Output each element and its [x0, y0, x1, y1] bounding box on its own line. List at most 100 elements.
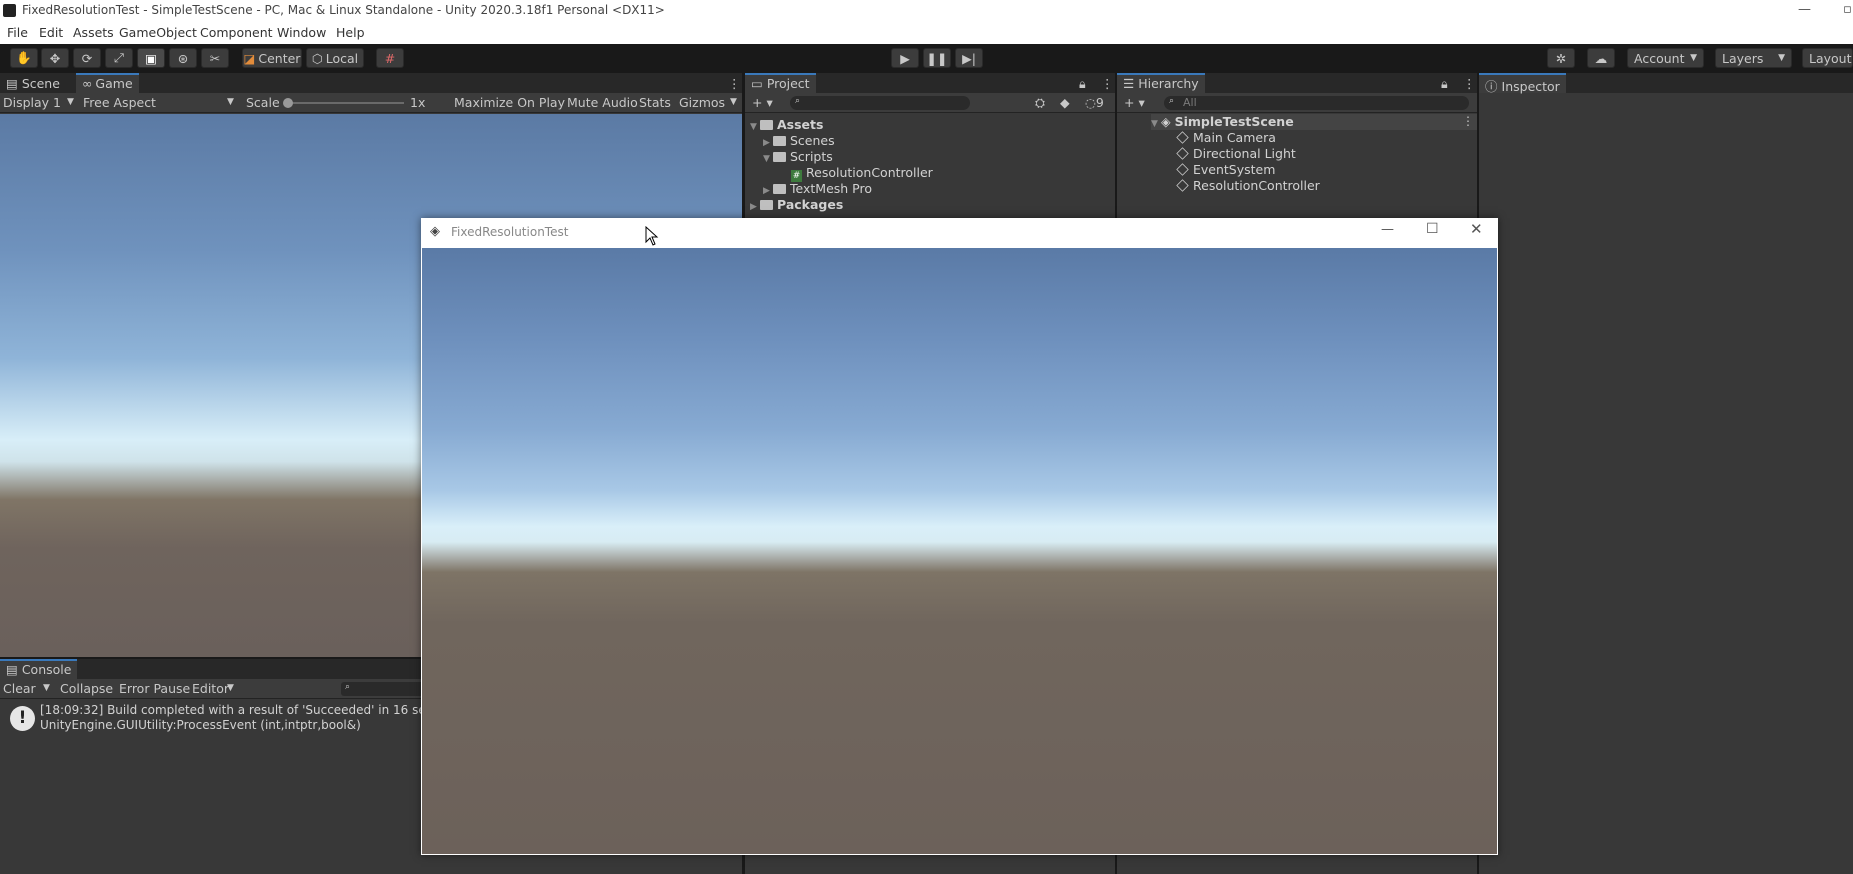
- close-icon[interactable]: ✕: [1470, 220, 1483, 238]
- hidden-toggle-icon[interactable]: ◌9: [1085, 95, 1104, 110]
- tree-item-packages[interactable]: ▶ Packages: [750, 197, 843, 213]
- tab-game[interactable]: ∞ Game: [76, 73, 139, 93]
- tree-item-scene[interactable]: ▼ ◈ SimpleTestScene: [1151, 114, 1294, 130]
- menu-file[interactable]: File: [7, 25, 28, 40]
- error-pause-toggle[interactable]: Error Pause: [119, 681, 190, 696]
- layout-dropdown[interactable]: Layout: [1802, 48, 1853, 68]
- rect-tool-icon[interactable]: ▣: [137, 48, 165, 68]
- space-local-button[interactable]: ⬡ Local: [306, 48, 364, 68]
- project-search-input[interactable]: [790, 96, 970, 110]
- mute-audio-toggle[interactable]: Mute Audio: [567, 95, 638, 110]
- menu-edit[interactable]: Edit: [39, 25, 63, 40]
- panel-menu-icon[interactable]: ⋮: [722, 73, 747, 93]
- scale-slider-handle[interactable]: [283, 98, 293, 108]
- transform-tool-icon[interactable]: ⊛: [169, 48, 197, 68]
- pause-button[interactable]: ❚❚: [923, 48, 951, 68]
- filter-type-icon[interactable]: ⛭: [1035, 95, 1045, 111]
- tree-item-assets[interactable]: ▼ Assets: [750, 117, 823, 133]
- hand-tool-icon[interactable]: ✋: [10, 48, 38, 68]
- clear-button[interactable]: Clear: [3, 681, 36, 696]
- stats-toggle[interactable]: Stats: [639, 95, 671, 110]
- folder-icon: [760, 120, 773, 130]
- player-viewport[interactable]: [422, 248, 1497, 854]
- expand-down-icon[interactable]: ▼: [763, 154, 773, 164]
- tree-item-script-file[interactable]: # ResolutionController: [791, 165, 933, 182]
- minimize-icon[interactable]: —: [1381, 222, 1394, 237]
- menu-assets[interactable]: Assets: [73, 25, 114, 40]
- expand-down-icon[interactable]: ▼: [1151, 119, 1161, 129]
- space-label: Local: [325, 50, 359, 66]
- folder-icon: [773, 136, 786, 146]
- tree-item-resolution-controller[interactable]: ResolutionController: [1176, 178, 1320, 194]
- create-button[interactable]: + ▾: [752, 95, 773, 110]
- display-select[interactable]: Display 1: [3, 95, 61, 110]
- maximize-on-play-toggle[interactable]: Maximize On Play: [454, 95, 565, 110]
- console-icon: ▤: [6, 662, 18, 677]
- console-log-stack[interactable]: UnityEngine.GUIUtility:ProcessEvent (int…: [40, 718, 361, 732]
- scale-tool-icon[interactable]: ⤢: [105, 48, 133, 68]
- move-tool-icon[interactable]: ✥: [41, 48, 69, 68]
- tab-hierarchy[interactable]: ☰ Hierarchy: [1117, 73, 1205, 93]
- search-icon: ⌕: [345, 682, 351, 692]
- main-toolbar: ✋ ✥ ⟳ ⤢ ▣ ⊛ ✂ ◪ Center ⬡ Local # ▶ ❚❚ ▶| ✲…: [0, 44, 1853, 72]
- cloud-icon[interactable]: ☁: [1587, 48, 1615, 68]
- lock-icon[interactable]: 🔒︎: [1073, 73, 1092, 93]
- menu-component[interactable]: Component: [200, 25, 273, 40]
- rotate-tool-icon[interactable]: ⟳: [73, 48, 101, 68]
- tree-item-event-system[interactable]: EventSystem: [1176, 162, 1275, 178]
- pivot-center-button[interactable]: ◪ Center: [242, 48, 302, 68]
- expand-right-icon[interactable]: ▶: [763, 186, 773, 196]
- panel-menu-icon[interactable]: ⋮: [1095, 73, 1120, 93]
- expand-down-icon[interactable]: ▼: [750, 122, 760, 132]
- chevron-down-icon[interactable]: ▼: [43, 683, 50, 693]
- tab-inspector[interactable]: ⓘ Inspector: [1479, 73, 1566, 94]
- maximize-icon[interactable]: ☐: [1426, 221, 1439, 237]
- standalone-player-window[interactable]: ◈ FixedResolutionTest — ☐ ✕: [421, 218, 1498, 855]
- tree-item-scenes[interactable]: ▶ Scenes: [763, 133, 835, 149]
- game-view-toolbar: Display 1 ▼ Free Aspect ▼ Scale 1x Maxim…: [0, 93, 742, 113]
- tree-item-directional-light[interactable]: Directional Light: [1176, 146, 1296, 162]
- collab-icon[interactable]: ✲: [1547, 48, 1575, 68]
- search-placeholder: All: [1183, 96, 1197, 109]
- tab-project[interactable]: ▭ Project: [745, 73, 816, 93]
- chevron-down-icon: ▼: [227, 97, 234, 107]
- minimize-icon[interactable]: —: [1798, 2, 1811, 17]
- hidden-count: 9: [1095, 95, 1104, 110]
- folder-icon: ▭: [751, 76, 763, 91]
- console-log-line[interactable]: [18:09:32] Build completed with a result…: [40, 703, 455, 717]
- collapse-toggle[interactable]: Collapse: [60, 681, 113, 696]
- console-search-input[interactable]: [341, 682, 431, 696]
- filter-label-icon[interactable]: ◆: [1060, 95, 1070, 110]
- grid-snap-icon[interactable]: #: [376, 48, 404, 68]
- custom-tool-icon[interactable]: ✂: [201, 48, 229, 68]
- menu-gameobject[interactable]: GameObject: [119, 25, 197, 40]
- project-tabbar: ▭ Project 🔒︎ ⋮: [745, 73, 1115, 93]
- hierarchy-search-input[interactable]: [1164, 96, 1469, 110]
- maximize-icon[interactable]: ▫: [1843, 2, 1852, 17]
- tree-item-scripts[interactable]: ▼ Scripts: [763, 149, 833, 165]
- play-button[interactable]: ▶: [891, 48, 919, 68]
- tab-scene[interactable]: ▤ Scene: [0, 73, 66, 93]
- layers-dropdown[interactable]: Layers ▼: [1715, 48, 1792, 68]
- menu-window[interactable]: Window: [277, 25, 326, 40]
- scale-slider-track[interactable]: [286, 102, 404, 104]
- account-dropdown[interactable]: Account ▼: [1627, 48, 1704, 68]
- scene-menu-icon[interactable]: ⋮: [1462, 114, 1474, 128]
- expand-right-icon[interactable]: ▶: [763, 138, 773, 148]
- tree-item-textmesh[interactable]: ▶ TextMesh Pro: [763, 181, 872, 197]
- expand-right-icon[interactable]: ▶: [750, 202, 760, 212]
- unity-scene-icon: ◈: [1161, 114, 1171, 129]
- aspect-select[interactable]: Free Aspect: [83, 95, 156, 110]
- tree-item-main-camera[interactable]: Main Camera: [1176, 130, 1276, 146]
- gizmos-toggle[interactable]: Gizmos: [679, 95, 725, 110]
- menu-help[interactable]: Help: [336, 25, 365, 40]
- player-window-title: FixedResolutionTest: [451, 225, 569, 239]
- lock-icon[interactable]: 🔒︎: [1435, 73, 1454, 93]
- step-button[interactable]: ▶|: [955, 48, 983, 68]
- tab-console[interactable]: ▤ Console: [0, 659, 78, 679]
- panel-menu-icon[interactable]: ⋮: [1457, 73, 1482, 93]
- folder-icon: [760, 200, 773, 210]
- unity-app-icon: [3, 4, 16, 17]
- create-button[interactable]: + ▾: [1124, 95, 1145, 110]
- editor-dropdown[interactable]: Editor: [192, 681, 229, 696]
